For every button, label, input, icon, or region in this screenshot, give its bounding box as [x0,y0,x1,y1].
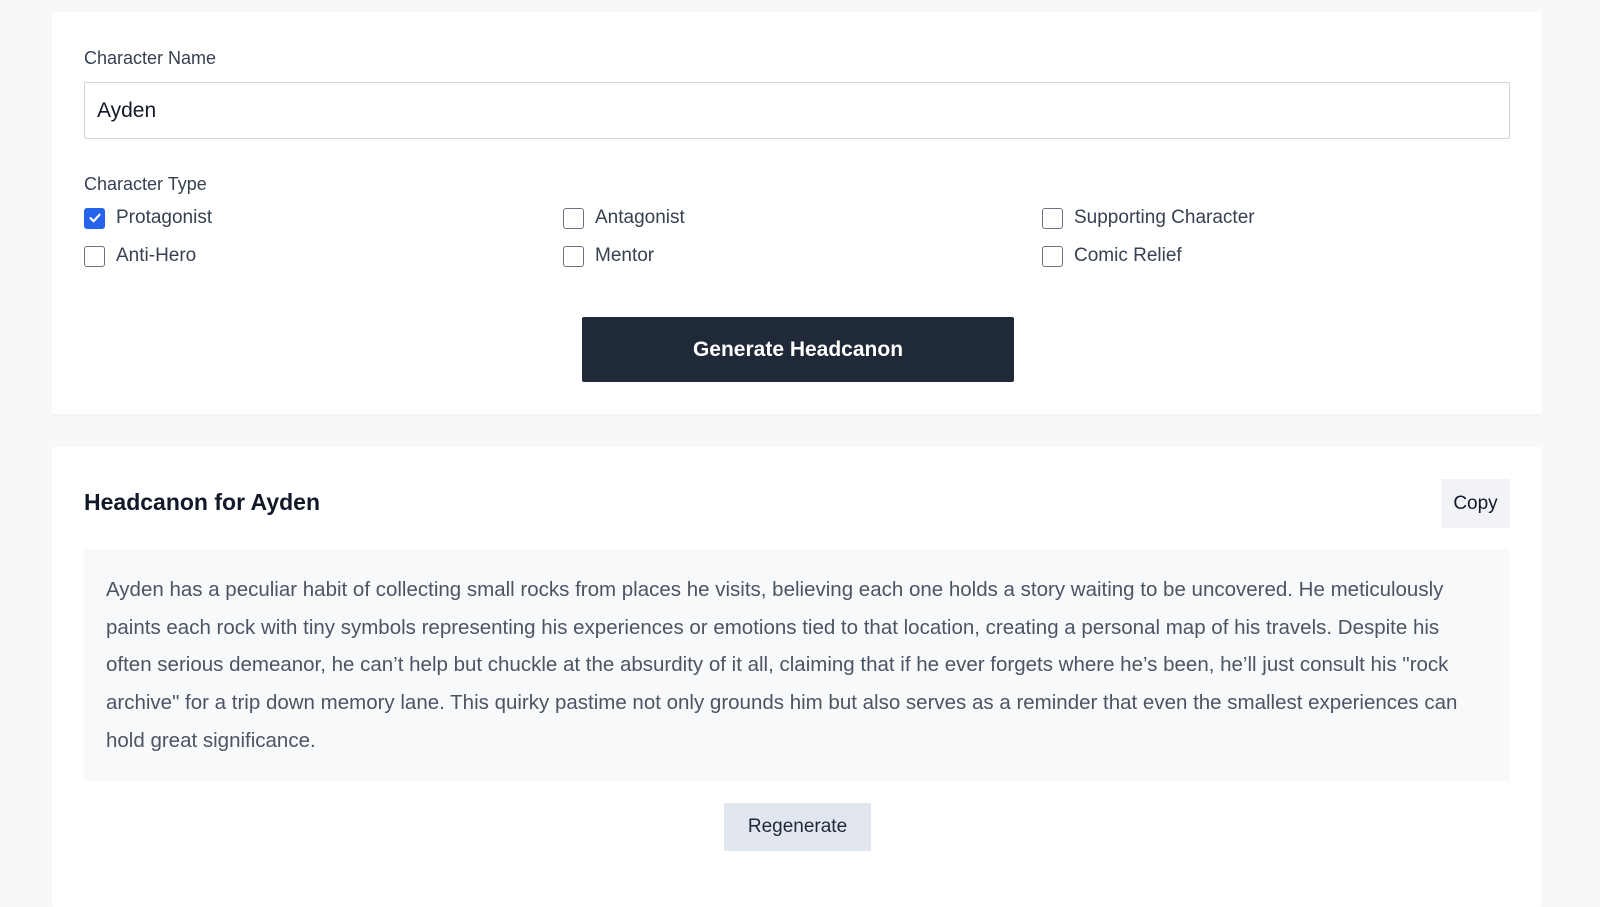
character-name-label: Character Name [84,48,217,68]
generate-headcanon-button[interactable]: Generate Headcanon [582,317,1014,382]
option-antagonist[interactable]: Antagonist [563,206,685,230]
option-comic-relief[interactable]: Comic Relief [1042,244,1182,268]
character-name-input[interactable] [84,82,1510,139]
result-title: Headcanon for Ayden [84,489,320,515]
antagonist-label: Antagonist [595,207,685,228]
protagonist-label: Protagonist [116,207,213,228]
anti-hero-checkbox[interactable] [84,245,105,267]
mentor-label: Mentor [595,245,655,266]
mentor-checkbox[interactable] [563,245,584,267]
headcanon-text: Ayden has a peculiar habit of collecting… [106,578,1458,752]
supporting-character-label: Supporting Character [1074,207,1255,228]
protagonist-checkbox[interactable] [84,207,105,229]
option-anti-hero[interactable]: Anti-Hero [84,244,196,268]
checkmark-icon [88,213,101,223]
headcanon-result-card: Headcanon for Ayden Copy Ayden has a pec… [52,447,1542,907]
headcanon-form-card: Character Name Character Type Protagonis… [52,12,1542,414]
headcanon-text-box: Ayden has a peculiar habit of collecting… [84,549,1510,781]
character-type-label: Character Type [84,174,207,194]
comic-relief-checkbox[interactable] [1042,245,1063,267]
option-mentor[interactable]: Mentor [563,244,654,268]
anti-hero-label: Anti-Hero [116,245,197,266]
option-protagonist[interactable]: Protagonist [84,206,212,230]
copy-button[interactable]: Copy [1441,479,1510,528]
option-supporting-character[interactable]: Supporting Character [1042,206,1255,230]
antagonist-checkbox[interactable] [563,207,584,229]
regenerate-button[interactable]: Regenerate [724,803,871,851]
comic-relief-label: Comic Relief [1074,245,1182,266]
supporting-character-checkbox[interactable] [1042,207,1063,229]
